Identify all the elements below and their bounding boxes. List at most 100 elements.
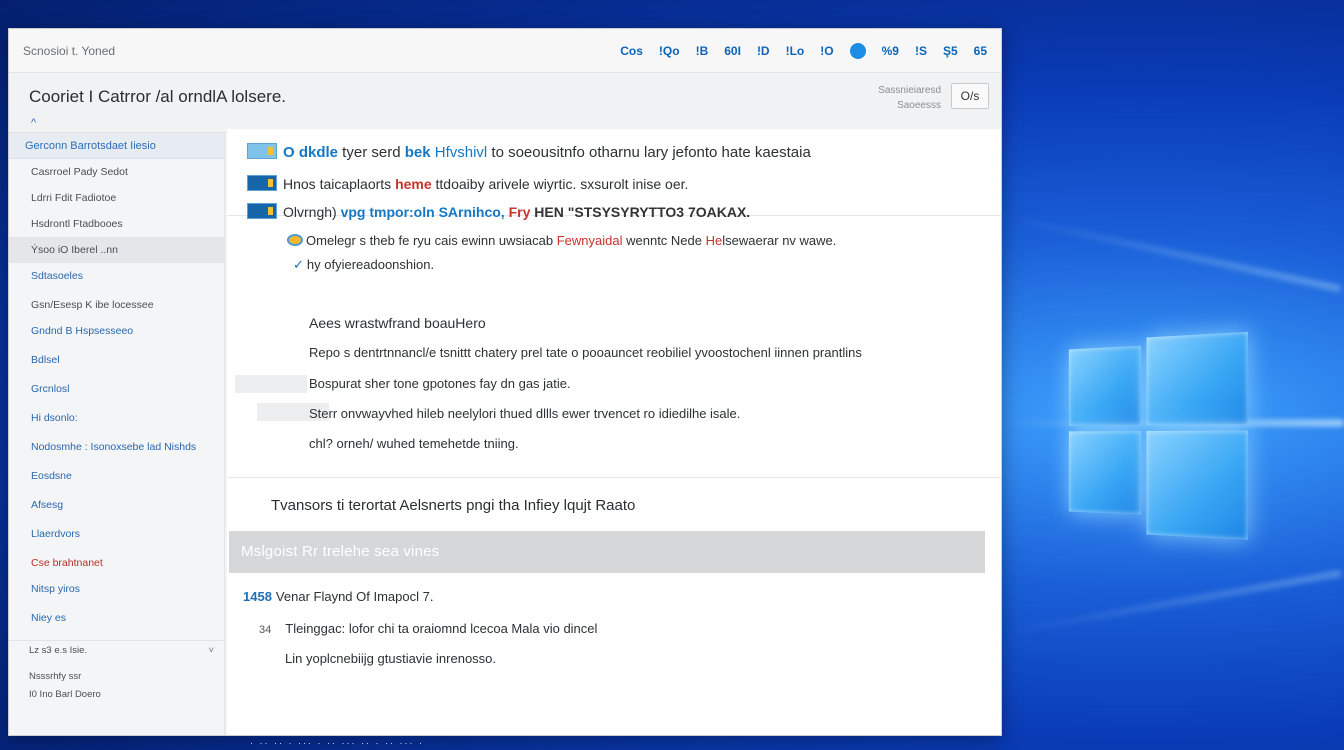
list-item[interactable]: 34 Tleinggac: lofor chi ta oraiomnd lceco… bbox=[259, 621, 597, 636]
sidebar-item[interactable]: Grcnlosl bbox=[9, 376, 224, 405]
text-run: Olvrngh) bbox=[283, 204, 341, 220]
sidebar-item[interactable]: Hsdrontl Ftadbooes bbox=[9, 211, 224, 237]
content-line: chl? orneh/ wuhed temehetde tniing. bbox=[309, 436, 519, 451]
sidebar: Gerconn Barrotsdaet Iiesio Casrroel Pady… bbox=[9, 133, 225, 735]
logo-pane bbox=[1146, 331, 1248, 426]
toolbar-item[interactable]: 65 bbox=[974, 44, 987, 58]
keyword: O dkdle bbox=[283, 144, 339, 161]
chevron-up-icon[interactable]: ^ bbox=[31, 117, 36, 129]
sidebar-item[interactable]: Hi dsonlo: bbox=[9, 405, 224, 434]
highlight: He bbox=[705, 233, 723, 248]
flag-icon bbox=[247, 143, 277, 159]
header-meta-line: Saoeesss bbox=[897, 100, 941, 111]
sidebar-item[interactable]: Llaerdvors bbox=[9, 521, 224, 550]
toolbar-item[interactable]: %9 bbox=[882, 44, 899, 58]
sidebar-item[interactable]: Niey es bbox=[9, 605, 224, 634]
section-banner[interactable]: Mslgoist Rr trelehe sea vines bbox=[229, 531, 985, 573]
content-line: Sterr onvwayvhed hileb neelylori thued d… bbox=[309, 406, 741, 421]
sidebar-footer-label: Lz s3 e.s Isie. bbox=[29, 645, 88, 656]
flag-icon bbox=[247, 203, 277, 219]
content-line: O dkdle tyer serd bek Hfvshivl to soeous… bbox=[247, 143, 811, 161]
app-window: Scnosioi t. Yoned Cos !Qo !B 60I !D !Lo … bbox=[8, 28, 1002, 736]
logo-pane bbox=[1068, 431, 1141, 515]
keyword: heme bbox=[395, 176, 432, 192]
sidebar-item[interactable]: Nitsp yiros bbox=[9, 576, 224, 605]
sidebar-item[interactable]: Bdlsel bbox=[9, 347, 224, 376]
item-number: 1458 bbox=[243, 589, 272, 604]
divider bbox=[227, 477, 1001, 478]
item-text: Tleinggac: lofor chi ta oraiomnd lcecoa … bbox=[285, 621, 598, 636]
light-ray bbox=[1002, 570, 1342, 636]
list-item[interactable]: Lin yoplcnebiijg gtustiavie inrenosso. bbox=[285, 651, 496, 666]
toolbar-item[interactable]: !S bbox=[915, 44, 927, 58]
keyword: Fry bbox=[508, 204, 531, 220]
header-meta: Sassnieiaresd Saoeesss bbox=[878, 83, 941, 113]
text-run: tyer serd bbox=[338, 144, 405, 161]
highlight: Fewnyaidal bbox=[556, 233, 623, 248]
sidebar-header[interactable]: Gerconn Barrotsdaet Iiesio bbox=[9, 133, 224, 159]
toolbar-item[interactable]: !B bbox=[696, 44, 709, 58]
header-meta-line: Sassnieiaresd bbox=[878, 85, 941, 96]
sidebar-item[interactable]: Sdtasoeles bbox=[9, 263, 224, 292]
text-run: wenntc Nede bbox=[622, 233, 706, 248]
sidebar-footer-item[interactable]: Nsssrhfy ssr bbox=[9, 661, 224, 685]
sidebar-item[interactable]: Cse brahtnanet bbox=[9, 550, 224, 576]
keyword: HEN "STSYSYRYTTO3 7OAKAX. bbox=[530, 204, 751, 220]
header-button[interactable]: O/s bbox=[951, 83, 989, 109]
flag-icon bbox=[247, 175, 277, 191]
toolbar: Cos !Qo !B 60I !D !Lo !O %9 !S Ş5 65 bbox=[620, 42, 987, 59]
keyword: vpg tmpor:oln bbox=[340, 204, 435, 220]
app-title: Scnosioi t. Yoned bbox=[23, 43, 116, 58]
taskbar-strip: · ·· ·· · ··· · ·· ··· ·· · ·· ··· · bbox=[250, 738, 424, 748]
item-text: Venar Flaynd Of Imapocl 7. bbox=[275, 589, 434, 604]
main-content: O dkdle tyer serd bek Hfvshivl to soeous… bbox=[227, 129, 1001, 735]
title-bar: Scnosioi t. Yoned Cos !Qo !B 60I !D !Lo … bbox=[9, 29, 1001, 73]
sidebar-item[interactable]: Gndnd B Hspsesseeo bbox=[9, 318, 224, 347]
toolbar-item[interactable]: !Qo bbox=[659, 44, 680, 58]
windows-logo bbox=[1068, 331, 1250, 540]
document-title: Cooriet I Catrror /al orndlA lolsere. bbox=[29, 87, 286, 106]
sidebar-item[interactable]: Afsesg bbox=[9, 492, 224, 521]
document-header: Cooriet I Catrror /al orndlA lolsere. ^ … bbox=[9, 73, 1001, 133]
bullet-icon bbox=[287, 234, 303, 246]
chevron-down-icon[interactable]: ˅ bbox=[208, 645, 214, 656]
sidebar-item[interactable]: Casrroel Pady Sedot bbox=[9, 159, 224, 185]
sidebar-item[interactable]: Eosdsne bbox=[9, 463, 224, 492]
sidebar-item[interactable]: Ldrri Fdit Fadiotoe bbox=[9, 185, 224, 211]
content-line: ✓ hy ofyiereadoonshion. bbox=[293, 257, 434, 273]
text-run: lsewaerar nv wawe. bbox=[722, 233, 837, 248]
check-icon: ✓ bbox=[293, 257, 304, 272]
text-run: Omelegr s theb fe ryu cais ewinn uwsiaca… bbox=[306, 233, 557, 248]
logo-pane bbox=[1068, 345, 1141, 426]
sidebar-footer-item[interactable]: I0 Ino Barl Doero bbox=[9, 685, 224, 705]
item-number: 34 bbox=[259, 624, 272, 636]
sidebar-item[interactable]: Ýsoo iO Iberel ..nn bbox=[9, 237, 224, 263]
sidebar-item[interactable]: Gsn/Esesp K ibe locessee bbox=[9, 292, 224, 318]
keyword: bek bbox=[404, 144, 431, 161]
content-line: Omelegr s theb fe ryu cais ewinn uwsiaca… bbox=[287, 233, 836, 248]
content-line: Olvrngh) vpg tmpor:oln SArnihco, Fry HEN… bbox=[247, 203, 750, 220]
sidebar-footer-item[interactable]: Lz s3 e.s Isie. ˅ bbox=[9, 641, 224, 661]
text-run: ttdoaiby arivele wiyrtic. sxsurolt inise… bbox=[431, 176, 689, 192]
logo-pane bbox=[1146, 430, 1248, 540]
light-ray bbox=[1003, 214, 1341, 292]
toolbar-item[interactable]: Ş5 bbox=[943, 44, 958, 58]
toolbar-item[interactable]: !Lo bbox=[786, 44, 805, 58]
header-actions: Sassnieiaresd Saoeesss O/s bbox=[878, 83, 989, 113]
toolbar-item[interactable]: !O bbox=[820, 44, 833, 58]
toolbar-item[interactable]: !D bbox=[757, 44, 770, 58]
section-heading: Tvansors ti terortat Aelsnerts pngi tha … bbox=[271, 497, 636, 514]
text-run: to soeousitnfo otharnu lary jefonto hate… bbox=[491, 144, 811, 161]
link[interactable]: Hfvshivl bbox=[431, 144, 492, 161]
globe-icon[interactable] bbox=[849, 42, 866, 59]
toolbar-item[interactable]: 60I bbox=[724, 44, 741, 58]
sidebar-item[interactable]: Nodosmhe : Isonoxsebe lad Nishds bbox=[9, 434, 224, 463]
keyword: SArnihco, bbox=[434, 204, 509, 220]
text-run: hy ofyiereadoonshion. bbox=[306, 257, 435, 272]
toolbar-item[interactable]: Cos bbox=[620, 44, 643, 58]
text-run: Hnos taicaplaorts bbox=[283, 176, 396, 192]
content-line: Repo s dentrtnnancl/e tsnittt chatery pr… bbox=[309, 345, 862, 360]
content-line: Bospurat sher tone gpotones fay dn gas j… bbox=[309, 376, 571, 391]
row-highlight bbox=[235, 375, 307, 393]
list-item[interactable]: 1458 Venar Flaynd Of Imapocl 7. bbox=[243, 589, 433, 604]
